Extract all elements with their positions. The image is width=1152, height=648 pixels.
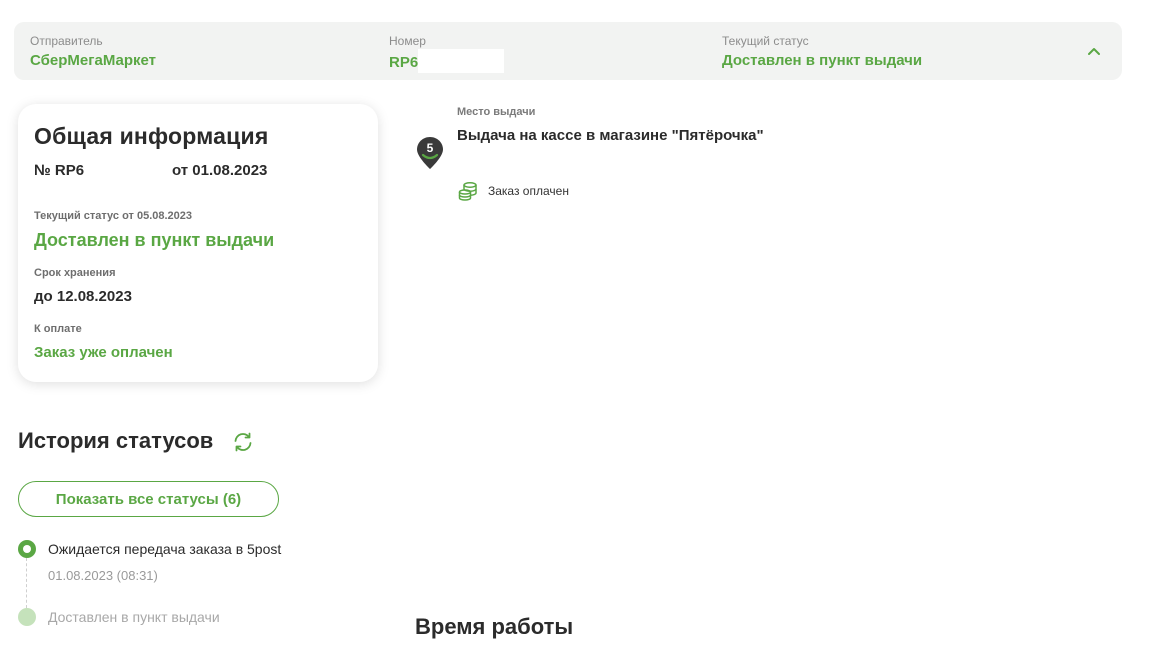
order-number: № RP6 <box>34 162 85 179</box>
storage-value: до 12.08.2023 <box>34 288 132 305</box>
timeline-connector <box>26 558 27 608</box>
status-block: Текущий статус Доставлен в пункт выдачи <box>722 34 922 71</box>
sender-label: Отправитель <box>30 34 103 48</box>
current-status-value: Доставлен в пункт выдачи <box>34 230 275 250</box>
status-item-time: 01.08.2023 (08:31) <box>48 568 158 583</box>
number-block: Номер RP6 <box>389 34 505 75</box>
chevron-up-icon <box>1088 48 1100 55</box>
status-item-text-pending: Доставлен в пункт выдачи <box>48 609 220 625</box>
status-dot-pending <box>18 608 36 626</box>
pin-number: 5 <box>427 141 434 155</box>
number-label: Номер <box>389 34 426 48</box>
map-pin-icon: 5 <box>417 137 443 169</box>
status-dot-active <box>18 540 36 558</box>
order-date: от 01.08.2023 <box>172 162 268 179</box>
coins-icon <box>458 182 477 201</box>
pickup-name: Выдача на кассе в магазине "Пятёрочка" <box>457 127 764 144</box>
status-label: Текущий статус <box>722 34 809 48</box>
sender-value: СберМегаМаркет <box>30 52 157 69</box>
show-all-statuses-button[interactable]: Показать все статусы (6) <box>18 481 279 517</box>
number-redaction <box>418 49 505 73</box>
current-status-label: Текущий статус от 05.08.2023 <box>34 210 193 222</box>
pickup-label: Место выдачи <box>457 106 536 118</box>
sender-block: Отправитель СберМегаМаркет <box>30 34 156 71</box>
refresh-icon[interactable] <box>232 431 254 453</box>
shipment-header: Отправитель СберМегаМаркет Номер RP6 Тек… <box>14 22 1122 80</box>
general-info-card: Общая информация № RP6 от 01.08.2023 Тек… <box>18 104 378 382</box>
status-value: Доставлен в пункт выдачи <box>722 52 923 69</box>
working-hours-title: Время работы <box>415 614 574 639</box>
paid-status-row: Заказ оплачен <box>458 181 569 201</box>
paid-text: Заказ оплачен <box>488 184 569 198</box>
history-title: История статусов <box>18 428 214 453</box>
storage-label: Срок хранения <box>34 267 116 279</box>
payment-value: Заказ уже оплачен <box>34 344 173 361</box>
payment-label: К оплате <box>34 323 82 335</box>
collapse-button[interactable] <box>1084 41 1104 61</box>
number-value: RP6 <box>389 53 419 71</box>
card-title: Общая информация <box>34 123 269 149</box>
number-row: RP6 <box>389 49 505 75</box>
status-item-text: Ожидается передача заказа в 5post <box>48 541 282 557</box>
